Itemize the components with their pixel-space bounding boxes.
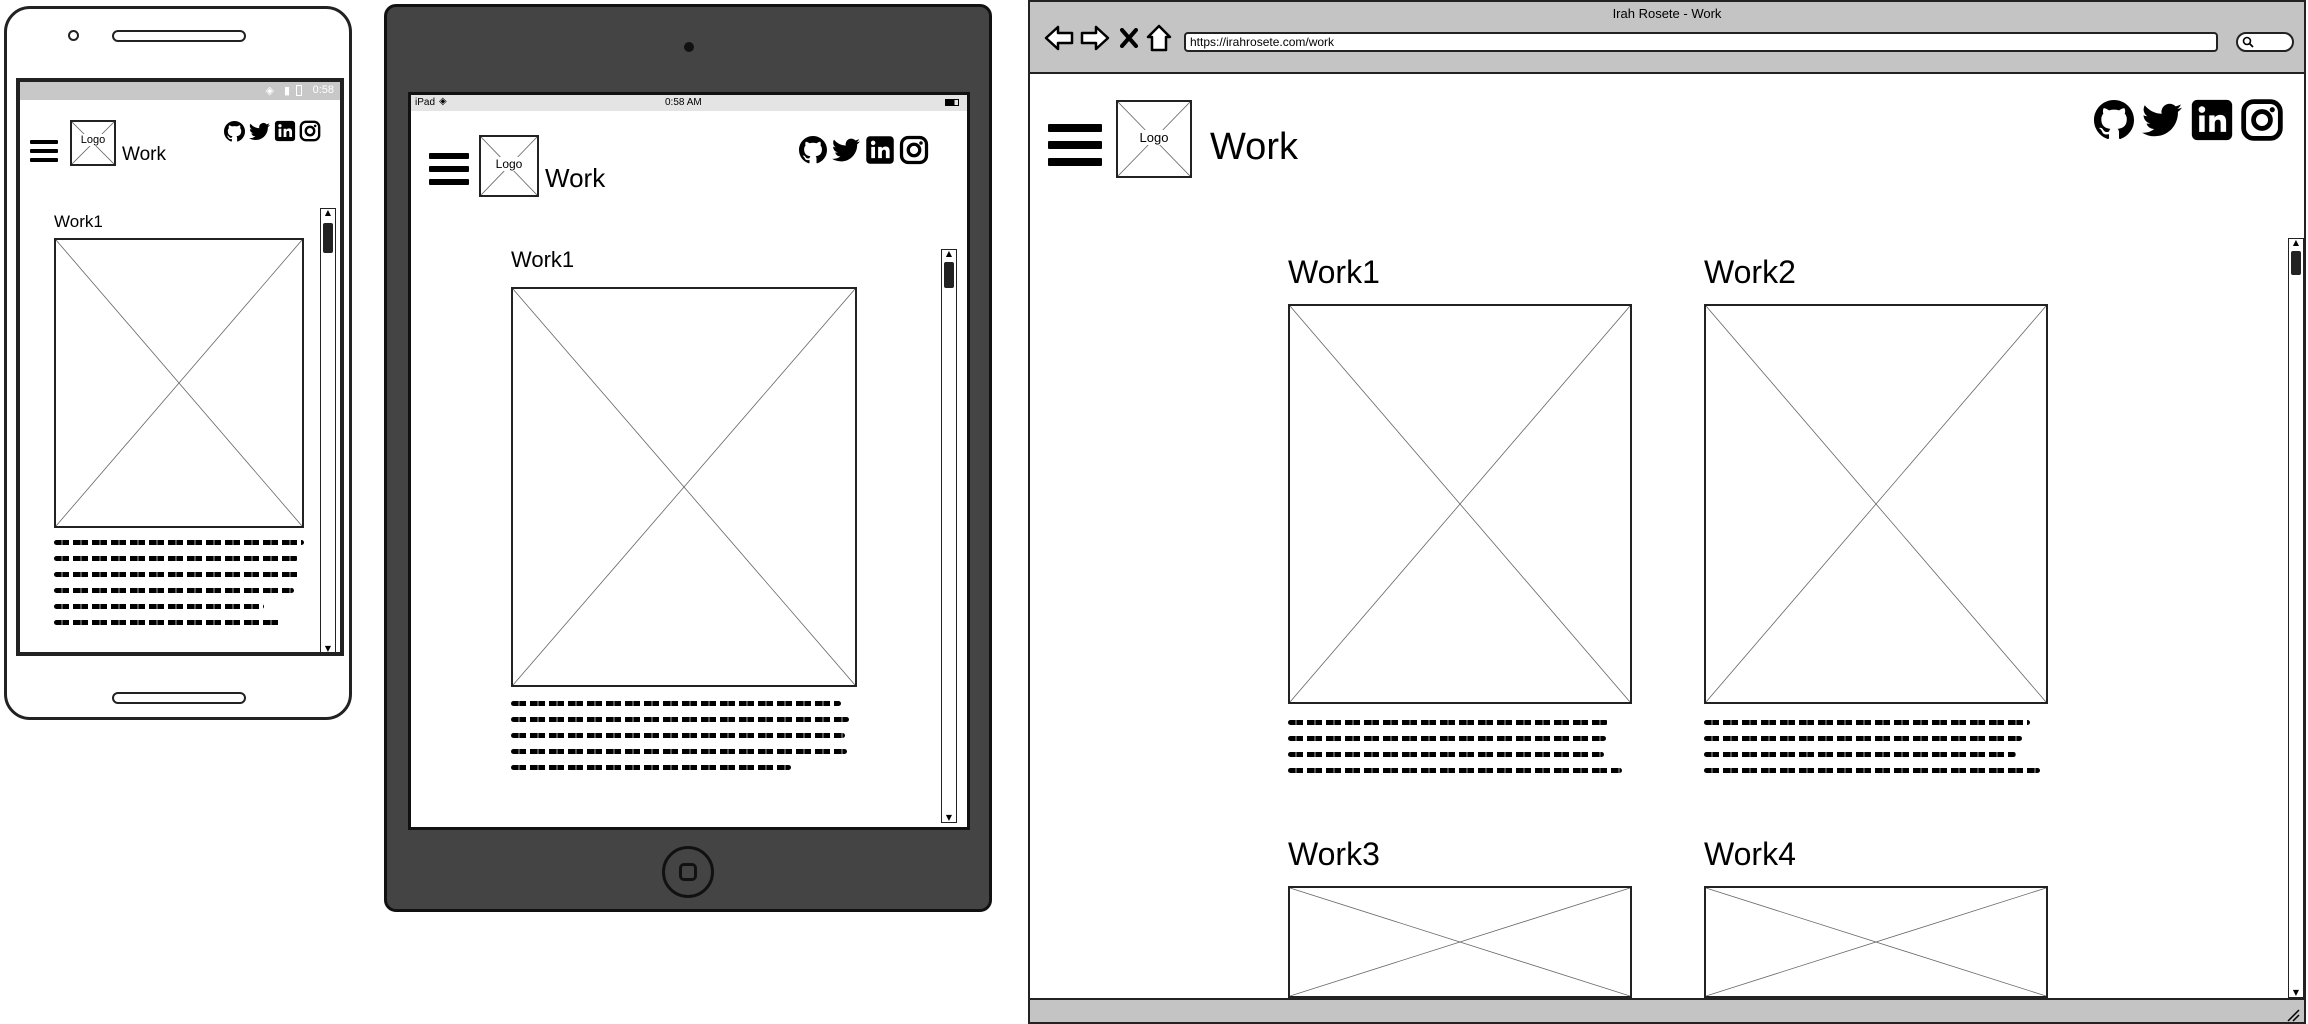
browser-page-title: Work [1210,126,1298,168]
browser-window: Irah Rosete - Work https://irahrosete.co… [1028,0,2306,1024]
phone-work1-title: Work1 [54,212,103,231]
tablet-work1-description [511,701,861,781]
back-arrow-icon[interactable] [1044,24,1074,52]
twitter-icon[interactable] [248,121,271,142]
phone-page-title: Work [122,144,166,165]
tablet-logo-label: Logo [481,157,537,171]
phone-work1-description [54,540,304,636]
resize-grip-icon[interactable] [2286,1008,2300,1022]
browser-status-bar [1030,998,2304,1022]
browser-work1-description [1288,720,1628,784]
linkedin-icon[interactable] [274,120,296,142]
browser-work2-title: Work2 [1704,254,1796,290]
linkedin-icon[interactable] [2190,98,2234,142]
tablet-screen: iPad ◈ 0:58 AM Logo Work Work1 ▲ ▼ [408,92,970,830]
tablet-scrollbar[interactable]: ▲ ▼ [941,249,957,823]
browser-work3-image[interactable] [1288,886,1632,998]
phone-social-links [224,120,321,142]
browser-work1-title: Work1 [1288,254,1380,290]
tablet-camera [684,42,694,52]
tablet-battery-icon [945,99,959,106]
browser-work4-title: Work4 [1704,836,1796,872]
phone-wifi-icon: ◈ [265,84,274,97]
tablet-home-button[interactable] [662,846,714,898]
search-icon [2242,36,2254,48]
phone-logo-label: Logo [72,134,114,146]
tablet-menu-icon[interactable] [429,153,469,193]
phone-status-bar: ◈ ▮ 0:58 [20,82,340,100]
phone-scrollbar[interactable]: ▲ ▼ [320,208,336,652]
linkedin-icon[interactable] [865,135,895,165]
tablet-carrier: iPad [415,97,436,108]
browser-logo-label: Logo [1118,130,1190,145]
address-bar[interactable]: https://irahrosete.com/work [1184,32,2218,52]
tablet-page-title: Work [545,163,606,193]
tablet-mockup: iPad ◈ 0:58 AM Logo Work Work1 ▲ ▼ [384,4,994,914]
github-icon[interactable] [799,136,827,164]
twitter-icon[interactable] [831,136,861,164]
phone-status-time: 0:58 [312,84,334,96]
phone-battery-icon [296,85,302,96]
browser-menu-icon[interactable] [1048,124,1102,170]
instagram-icon[interactable] [2240,98,2284,142]
tablet-work1-image[interactable] [511,287,857,687]
tablet-wifi-icon: ◈ [439,96,447,107]
phone-menu-icon[interactable] [30,140,58,164]
instagram-icon[interactable] [899,135,929,165]
phone-logo[interactable]: Logo [70,120,116,166]
tablet-status-bar: iPad ◈ 0:58 AM [411,95,967,111]
browser-window-title: Irah Rosete - Work [1612,6,1722,21]
tablet-social-links [799,135,929,165]
github-icon[interactable] [224,121,245,142]
tablet-work1-title: Work1 [511,247,575,272]
browser-social-links [2094,98,2284,142]
home-icon[interactable] [1146,24,1172,52]
forward-arrow-icon[interactable] [1080,24,1110,52]
tablet-status-time: 0:58 AM [665,97,702,108]
phone-mockup: ◈ ▮ 0:58 Logo Work Work1 ▲ ▼ [4,6,354,722]
phone-camera [68,30,79,41]
stop-icon[interactable] [1120,28,1138,48]
browser-work2-image[interactable] [1704,304,2048,704]
phone-work1-image[interactable] [54,238,304,528]
phone-signal-icon: ▮ [283,84,290,97]
phone-home-button[interactable] [112,692,246,704]
instagram-icon[interactable] [299,120,321,142]
browser-work3-title: Work3 [1288,836,1380,872]
tablet-logo[interactable]: Logo [479,135,539,197]
address-url: https://irahrosete.com/work [1190,35,1335,49]
browser-scrollbar[interactable]: ▲ ▼ [2288,238,2304,998]
browser-toolbar: Irah Rosete - Work https://irahrosete.co… [1030,2,2304,74]
browser-work1-image[interactable] [1288,304,1632,704]
phone-screen: ◈ ▮ 0:58 Logo Work Work1 ▲ ▼ [16,78,344,656]
github-icon[interactable] [2094,100,2134,140]
phone-speaker [112,30,246,42]
browser-work4-image[interactable] [1704,886,2048,998]
twitter-icon[interactable] [2140,100,2184,140]
browser-search-field[interactable] [2236,32,2294,52]
browser-work2-description [1704,720,2044,784]
browser-logo[interactable]: Logo [1116,100,1192,178]
